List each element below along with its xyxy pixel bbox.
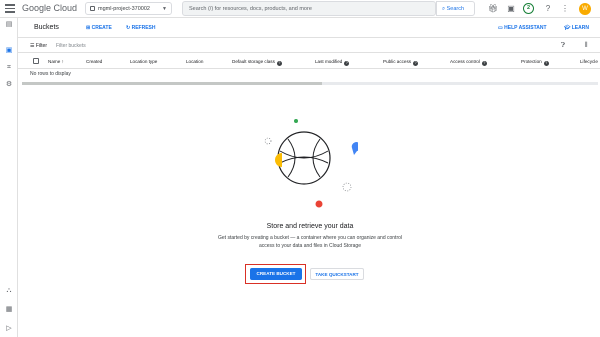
column-header-name[interactable]: Name ↑ <box>48 59 64 64</box>
cloud-shell-icon[interactable]: ▣ <box>506 4 516 14</box>
horizontal-scrollbar[interactable] <box>22 82 598 85</box>
column-header-lifecycle[interactable]: Lifecycle <box>580 59 598 64</box>
marketplace-nav-icon[interactable]: ⛬ <box>4 286 14 296</box>
avatar[interactable]: W <box>579 3 591 15</box>
column-header-protection[interactable]: Protection? <box>521 59 549 66</box>
project-selector[interactable]: mgml-project-370002 ▼ <box>85 2 172 15</box>
column-header-access-control[interactable]: Access control? <box>450 59 487 66</box>
create-bucket-button[interactable]: CREATE BUCKET <box>250 268 302 280</box>
menu-icon[interactable] <box>5 4 15 14</box>
column-header-last-modified[interactable]: Last modified? <box>315 59 350 66</box>
add-icon: ⊞ <box>86 25 91 31</box>
red-dot <box>315 200 323 208</box>
learn-button[interactable]: 🎓︎ LEARN <box>564 25 589 31</box>
column-header-label: Last modified <box>315 59 343 64</box>
help-assistant-button[interactable]: ▭ HELP ASSISTANT <box>498 25 547 31</box>
help-assistant-label: HELP ASSISTANT <box>504 25 547 31</box>
dashed-circle <box>264 137 272 145</box>
notifications-badge[interactable]: 2 <box>523 3 534 14</box>
create-label: CREATE <box>91 25 112 31</box>
empty-state-description: Get started by creating a bucket — a con… <box>218 235 402 249</box>
help-icon[interactable]: ? <box>413 60 419 66</box>
page-header: Buckets ⊞ CREATE ↻ REFRESH ▭ HELP ASSIST… <box>18 18 600 38</box>
filter-button[interactable]: ☰ Filter <box>30 43 47 49</box>
arrow-up-icon: ↑ <box>61 59 64 64</box>
column-header-label: Protection <box>521 59 542 64</box>
release-notes-nav-icon[interactable]: ▦ <box>4 305 14 315</box>
create-button[interactable]: ⊞ CREATE <box>86 25 112 31</box>
search-button[interactable]: ⌕ Search <box>436 1 475 16</box>
filter-icon: ☰ <box>30 43 35 49</box>
project-icon <box>90 6 95 11</box>
scrollbar-thumb[interactable] <box>22 82 322 85</box>
top-bar: Google Cloud mgml-project-370002 ▼ Searc… <box>0 0 600 18</box>
filter-label: Filter <box>35 43 47 49</box>
column-header-location[interactable]: Location <box>186 59 203 64</box>
left-nav: ▤ ▣ ⌗ ⚙︎ ⛬ ▦ ▷ <box>0 18 18 337</box>
column-header-location-type[interactable]: Location type <box>130 59 157 64</box>
refresh-label: REFRESH <box>131 25 156 31</box>
column-display-icon[interactable]: ⦀ <box>581 41 591 51</box>
assistant-icon: ▭ <box>498 25 503 31</box>
select-all-checkbox[interactable] <box>33 58 39 64</box>
column-header-storage-class[interactable]: Default storage class? <box>232 59 282 66</box>
collapse-nav-icon[interactable]: ▷ <box>4 324 14 334</box>
refresh-icon: ↻ <box>126 25 131 31</box>
help-circle-icon[interactable]: ❓︎ <box>558 41 568 51</box>
blue-shape <box>351 142 358 155</box>
page-title: Buckets <box>34 24 59 31</box>
table-header: Name ↑ Created Location type Location De… <box>18 55 600 69</box>
yellow-shape <box>275 153 282 167</box>
gift-icon[interactable]: 🎁︎ <box>488 4 498 14</box>
filter-bar: ☰ Filter Filter buckets ❓︎ ⦀ <box>18 38 600 53</box>
help-icon[interactable]: ? <box>344 60 350 66</box>
column-header-label: Public access <box>383 59 412 64</box>
learn-label: LEARN <box>571 25 589 31</box>
monitoring-nav-icon[interactable]: ⌗ <box>4 63 14 73</box>
help-icon[interactable]: ? <box>543 60 549 66</box>
green-dot <box>294 119 298 123</box>
search-icon: ⌕ <box>442 6 446 12</box>
help-icon[interactable]: ? <box>543 4 553 14</box>
empty-state-title: Store and retrieve your data <box>266 223 354 230</box>
storage-illustration <box>264 119 358 208</box>
column-header-created[interactable]: Created <box>86 59 102 64</box>
help-icon[interactable]: ? <box>481 60 487 66</box>
project-name: mgml-project-370002 <box>98 6 150 12</box>
filter-input[interactable]: Filter buckets <box>56 43 86 49</box>
chevron-down-icon: ▼ <box>162 6 167 12</box>
more-vert-icon[interactable]: ⋮ <box>560 4 570 14</box>
help-icon[interactable]: ? <box>276 60 282 66</box>
column-header-public-access[interactable]: Public access? <box>383 59 419 66</box>
search-button-label: Search <box>446 6 465 12</box>
empty-table-message: No rows to display <box>30 71 71 77</box>
buckets-nav-icon[interactable]: ▣ <box>4 46 14 56</box>
column-header-label: Name <box>48 59 61 64</box>
learn-icon: 🎓︎ <box>564 25 571 31</box>
take-quickstart-button[interactable]: TAKE QUICKSTART <box>310 268 364 280</box>
column-header-label: Default storage class <box>232 59 275 64</box>
column-header-label: Access control <box>450 59 480 64</box>
storage-product-icon[interactable]: ▤ <box>4 20 14 30</box>
google-cloud-logo[interactable]: Google Cloud <box>22 3 77 13</box>
settings-nav-icon[interactable]: ⚙︎ <box>4 80 14 90</box>
refresh-button[interactable]: ↻ REFRESH <box>126 25 156 31</box>
dashed-circle <box>342 182 352 192</box>
search-input[interactable]: Search (/) for resources, docs, products… <box>182 1 436 16</box>
